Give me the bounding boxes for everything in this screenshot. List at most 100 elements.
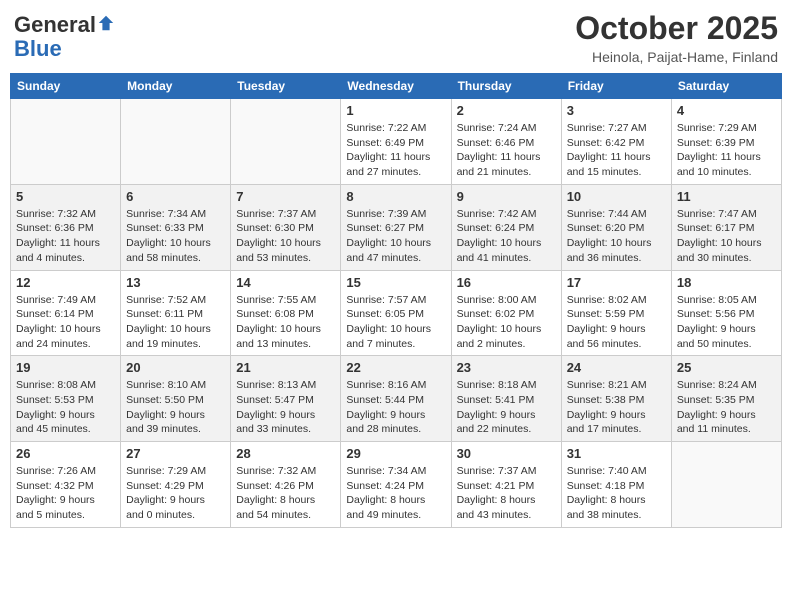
day-info: Sunrise: 7:57 AM Sunset: 6:05 PM Dayligh… xyxy=(346,293,445,352)
calendar-cell: 16 Sunrise: 8:00 AM Sunset: 6:02 PM Dayli… xyxy=(451,270,561,356)
day-info: Sunrise: 7:44 AM Sunset: 6:20 PM Dayligh… xyxy=(567,207,666,266)
logo-general-text: General xyxy=(14,14,96,36)
page-header: General Blue October 2025 Heinola, Paija… xyxy=(10,10,782,65)
calendar-cell: 20 Sunrise: 8:10 AM Sunset: 5:50 PM Dayli… xyxy=(121,356,231,442)
day-info: Sunrise: 8:13 AM Sunset: 5:47 PM Dayligh… xyxy=(236,378,335,437)
day-number: 9 xyxy=(457,189,556,204)
calendar-cell: 25Sunrise: 8:24 AM Sunset: 5:35 PM Dayli… xyxy=(671,356,781,442)
calendar-cell: 30Sunrise: 7:37 AM Sunset: 4:21 PM Dayli… xyxy=(451,442,561,528)
calendar-cell xyxy=(231,99,341,185)
day-of-week-header: Thursday xyxy=(451,74,561,99)
day-number: 18 xyxy=(677,275,776,290)
logo-icon xyxy=(97,14,115,32)
day-number: 29 xyxy=(346,446,445,461)
day-number: 12 xyxy=(16,275,115,290)
calendar-cell: 29 Sunrise: 7:34 AM Sunset: 4:24 PM Dayli… xyxy=(341,442,451,528)
calendar-cell xyxy=(671,442,781,528)
calendar-cell: 7Sunrise: 7:37 AM Sunset: 6:30 PM Daylig… xyxy=(231,184,341,270)
calendar-header-row: SundayMondayTuesdayWednesdayThursdayFrid… xyxy=(11,74,782,99)
calendar-week-row: 12 Sunrise: 7:49 AM Sunset: 6:14 PM Dayli… xyxy=(11,270,782,356)
calendar-week-row: 1 Sunrise: 7:22 AM Sunset: 6:49 PM Daylig… xyxy=(11,99,782,185)
logo: General Blue xyxy=(14,14,115,62)
day-info: Sunrise: 7:49 AM Sunset: 6:14 PM Dayligh… xyxy=(16,293,115,352)
day-of-week-header: Friday xyxy=(561,74,671,99)
day-info: Sunrise: 7:52 AM Sunset: 6:11 PM Dayligh… xyxy=(126,293,225,352)
day-of-week-header: Sunday xyxy=(11,74,121,99)
day-number: 11 xyxy=(677,189,776,204)
day-number: 15 xyxy=(346,275,445,290)
calendar-cell xyxy=(121,99,231,185)
day-info: Sunrise: 7:27 AM Sunset: 6:42 PM Dayligh… xyxy=(567,121,666,180)
day-info: Sunrise: 7:32 AM Sunset: 6:36 PM Dayligh… xyxy=(16,207,115,266)
day-number: 19 xyxy=(16,360,115,375)
calendar-table: SundayMondayTuesdayWednesdayThursdayFrid… xyxy=(10,73,782,528)
day-number: 23 xyxy=(457,360,556,375)
day-number: 8 xyxy=(346,189,445,204)
calendar-cell: 2 Sunrise: 7:24 AM Sunset: 6:46 PM Daylig… xyxy=(451,99,561,185)
calendar-cell: 22 Sunrise: 8:16 AM Sunset: 5:44 PM Dayli… xyxy=(341,356,451,442)
day-info: Sunrise: 7:34 AM Sunset: 6:33 PM Dayligh… xyxy=(126,207,225,266)
calendar-week-row: 26Sunrise: 7:26 AM Sunset: 4:32 PM Dayli… xyxy=(11,442,782,528)
calendar-week-row: 5 Sunrise: 7:32 AM Sunset: 6:36 PM Daylig… xyxy=(11,184,782,270)
calendar-cell: 9 Sunrise: 7:42 AM Sunset: 6:24 PM Daylig… xyxy=(451,184,561,270)
day-number: 28 xyxy=(236,446,335,461)
location: Heinola, Paijat-Hame, Finland xyxy=(575,49,778,65)
day-info: Sunrise: 7:26 AM Sunset: 4:32 PM Dayligh… xyxy=(16,464,115,523)
day-number: 31 xyxy=(567,446,666,461)
calendar-week-row: 19 Sunrise: 8:08 AM Sunset: 5:53 PM Dayli… xyxy=(11,356,782,442)
day-number: 3 xyxy=(567,103,666,118)
day-number: 17 xyxy=(567,275,666,290)
day-info: Sunrise: 8:10 AM Sunset: 5:50 PM Dayligh… xyxy=(126,378,225,437)
day-info: Sunrise: 7:47 AM Sunset: 6:17 PM Dayligh… xyxy=(677,207,776,266)
day-info: Sunrise: 7:22 AM Sunset: 6:49 PM Dayligh… xyxy=(346,121,445,180)
day-info: Sunrise: 7:55 AM Sunset: 6:08 PM Dayligh… xyxy=(236,293,335,352)
calendar-cell: 28 Sunrise: 7:32 AM Sunset: 4:26 PM Dayli… xyxy=(231,442,341,528)
calendar-cell: 17 Sunrise: 8:02 AM Sunset: 5:59 PM Dayli… xyxy=(561,270,671,356)
calendar-cell: 15 Sunrise: 7:57 AM Sunset: 6:05 PM Dayli… xyxy=(341,270,451,356)
calendar-cell: 3 Sunrise: 7:27 AM Sunset: 6:42 PM Daylig… xyxy=(561,99,671,185)
calendar-cell: 24Sunrise: 8:21 AM Sunset: 5:38 PM Dayli… xyxy=(561,356,671,442)
day-info: Sunrise: 8:08 AM Sunset: 5:53 PM Dayligh… xyxy=(16,378,115,437)
day-info: Sunrise: 7:29 AM Sunset: 4:29 PM Dayligh… xyxy=(126,464,225,523)
day-number: 10 xyxy=(567,189,666,204)
day-info: Sunrise: 8:00 AM Sunset: 6:02 PM Dayligh… xyxy=(457,293,556,352)
calendar-cell: 14 Sunrise: 7:55 AM Sunset: 6:08 PM Dayli… xyxy=(231,270,341,356)
calendar-cell: 5 Sunrise: 7:32 AM Sunset: 6:36 PM Daylig… xyxy=(11,184,121,270)
calendar-cell: 6Sunrise: 7:34 AM Sunset: 6:33 PM Daylig… xyxy=(121,184,231,270)
day-info: Sunrise: 8:02 AM Sunset: 5:59 PM Dayligh… xyxy=(567,293,666,352)
day-info: Sunrise: 8:21 AM Sunset: 5:38 PM Dayligh… xyxy=(567,378,666,437)
month-title: October 2025 xyxy=(575,10,778,47)
day-info: Sunrise: 7:40 AM Sunset: 4:18 PM Dayligh… xyxy=(567,464,666,523)
calendar-cell: 10 Sunrise: 7:44 AM Sunset: 6:20 PM Dayli… xyxy=(561,184,671,270)
day-number: 2 xyxy=(457,103,556,118)
day-info: Sunrise: 7:32 AM Sunset: 4:26 PM Dayligh… xyxy=(236,464,335,523)
calendar-cell: 19 Sunrise: 8:08 AM Sunset: 5:53 PM Dayli… xyxy=(11,356,121,442)
calendar-cell: 8 Sunrise: 7:39 AM Sunset: 6:27 PM Daylig… xyxy=(341,184,451,270)
calendar-cell: 13Sunrise: 7:52 AM Sunset: 6:11 PM Dayli… xyxy=(121,270,231,356)
day-number: 16 xyxy=(457,275,556,290)
day-number: 20 xyxy=(126,360,225,375)
day-info: Sunrise: 7:24 AM Sunset: 6:46 PM Dayligh… xyxy=(457,121,556,180)
day-of-week-header: Tuesday xyxy=(231,74,341,99)
calendar-cell: 26Sunrise: 7:26 AM Sunset: 4:32 PM Dayli… xyxy=(11,442,121,528)
day-info: Sunrise: 8:16 AM Sunset: 5:44 PM Dayligh… xyxy=(346,378,445,437)
day-info: Sunrise: 7:37 AM Sunset: 6:30 PM Dayligh… xyxy=(236,207,335,266)
day-number: 5 xyxy=(16,189,115,204)
day-number: 14 xyxy=(236,275,335,290)
calendar-cell: 11 Sunrise: 7:47 AM Sunset: 6:17 PM Dayli… xyxy=(671,184,781,270)
day-number: 25 xyxy=(677,360,776,375)
calendar-cell xyxy=(11,99,121,185)
day-number: 27 xyxy=(126,446,225,461)
day-number: 1 xyxy=(346,103,445,118)
title-block: October 2025 Heinola, Paijat-Hame, Finla… xyxy=(575,10,778,65)
day-info: Sunrise: 7:34 AM Sunset: 4:24 PM Dayligh… xyxy=(346,464,445,523)
day-info: Sunrise: 8:05 AM Sunset: 5:56 PM Dayligh… xyxy=(677,293,776,352)
day-number: 22 xyxy=(346,360,445,375)
calendar-cell: 18 Sunrise: 8:05 AM Sunset: 5:56 PM Dayli… xyxy=(671,270,781,356)
day-of-week-header: Monday xyxy=(121,74,231,99)
day-info: Sunrise: 7:39 AM Sunset: 6:27 PM Dayligh… xyxy=(346,207,445,266)
day-info: Sunrise: 7:37 AM Sunset: 4:21 PM Dayligh… xyxy=(457,464,556,523)
day-info: Sunrise: 7:42 AM Sunset: 6:24 PM Dayligh… xyxy=(457,207,556,266)
calendar-cell: 23Sunrise: 8:18 AM Sunset: 5:41 PM Dayli… xyxy=(451,356,561,442)
day-of-week-header: Wednesday xyxy=(341,74,451,99)
